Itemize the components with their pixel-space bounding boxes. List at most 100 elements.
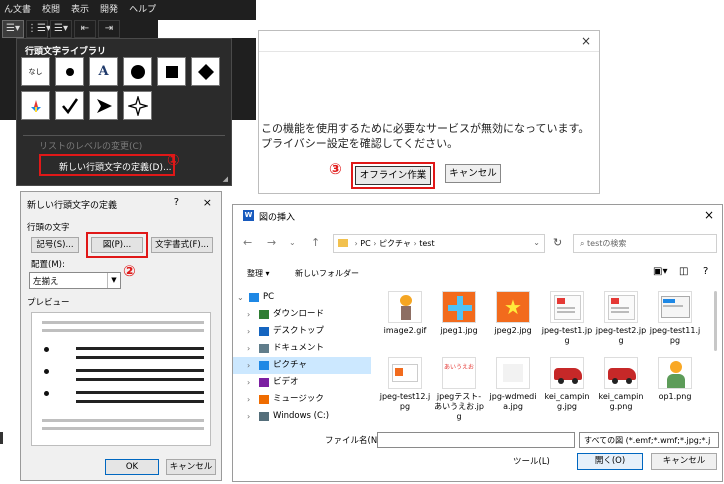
- chevron-right-icon[interactable]: ›: [247, 306, 250, 323]
- file-item[interactable]: あいうえお jpegテスト-あいうえお.jpg: [433, 357, 485, 422]
- work-offline-button[interactable]: オフライン作業: [351, 162, 435, 189]
- file-thumbnail: ★: [496, 291, 530, 323]
- breadcrumb-test[interactable]: test: [419, 239, 434, 248]
- close-icon[interactable]: ×: [704, 208, 714, 222]
- define-new-bullet-button[interactable]: 新しい行頭文字の定義(D)...: [39, 154, 175, 176]
- nav-item[interactable]: › Windows (C:): [233, 408, 371, 425]
- file-item[interactable]: jpeg-test11.jpg: [649, 291, 701, 346]
- style-gallery[interactable]: [158, 20, 256, 38]
- nav-item[interactable]: › ピクチャ: [233, 357, 371, 374]
- checkmark-icon: [61, 97, 78, 114]
- file-item[interactable]: jpeg-test1.jpg: [541, 291, 593, 346]
- tools-button[interactable]: ツール(L): [513, 455, 550, 467]
- refresh-icon[interactable]: ↻: [553, 236, 562, 249]
- pictures-icon: [259, 361, 269, 370]
- chevron-right-icon[interactable]: ›: [247, 357, 250, 374]
- picture-button[interactable]: 図(P)...: [86, 232, 148, 258]
- alignment-select[interactable]: 左揃え ▼: [29, 272, 121, 289]
- preview-pane-icon[interactable]: ◫: [679, 266, 688, 277]
- address-bar[interactable]: › PC › ピクチャ › test ⌄: [333, 234, 545, 253]
- decrease-indent-button[interactable]: ⇤: [74, 20, 96, 38]
- dialog-title: 図の挿入: [259, 213, 296, 223]
- organize-button[interactable]: 整理 ▾: [247, 268, 270, 279]
- chevron-right-icon[interactable]: ›: [247, 374, 250, 391]
- menu-developer[interactable]: 開発: [96, 0, 125, 16]
- nav-item[interactable]: › ダウンロード: [233, 306, 371, 323]
- file-item[interactable]: jpeg-test2.jpg: [595, 291, 647, 346]
- file-item[interactable]: kei_camping.png: [595, 357, 647, 412]
- address-dropdown-icon[interactable]: ⌄: [533, 238, 540, 247]
- view-options-icon[interactable]: ▣▾: [653, 266, 667, 277]
- bullet-arrowhead[interactable]: [89, 91, 118, 120]
- numbering-button[interactable]: ⋮☰▾: [26, 20, 51, 38]
- large-dot-icon: [130, 64, 145, 79]
- bullet-star[interactable]: [123, 91, 152, 120]
- bullet-checkmark[interactable]: [55, 91, 84, 120]
- file-name: jpeg-test11.jpg: [649, 326, 701, 345]
- vertical-scrollbar[interactable]: [713, 291, 718, 423]
- service-cancel-button[interactable]: キャンセル: [445, 164, 501, 183]
- ok-button[interactable]: OK: [105, 459, 159, 475]
- chevron-right-icon[interactable]: ›: [247, 340, 250, 357]
- file-item[interactable]: jpeg1.jpg: [433, 291, 485, 336]
- chevron-right-icon[interactable]: ›: [247, 391, 250, 408]
- bullet-diamond[interactable]: [191, 57, 220, 86]
- bullet-character-label: 行頭の文字: [27, 223, 70, 233]
- file-item[interactable]: ★ jpeg2.jpg: [487, 291, 539, 336]
- menu-document[interactable]: ん文書: [0, 0, 38, 16]
- file-item[interactable]: jpg-wdmedia.jpg: [487, 357, 539, 412]
- bullet-none[interactable]: なし: [21, 57, 50, 86]
- close-icon[interactable]: ×: [581, 34, 591, 48]
- back-arrow-icon[interactable]: ←: [243, 236, 252, 249]
- file-item[interactable]: op1.png: [649, 357, 701, 402]
- close-icon[interactable]: ×: [203, 196, 212, 209]
- open-button[interactable]: 開く(O): [577, 453, 643, 470]
- up-arrow-icon[interactable]: ↑: [311, 236, 320, 249]
- breadcrumb-pictures[interactable]: ピクチャ: [379, 239, 411, 248]
- menu-help[interactable]: ヘルプ: [125, 0, 163, 16]
- increase-indent-button[interactable]: ⇥: [98, 20, 120, 38]
- file-item[interactable]: kei_camping.jpg: [541, 357, 593, 412]
- bullet-small-dot[interactable]: [55, 57, 84, 86]
- chevron-down-icon[interactable]: ⌄: [237, 289, 244, 306]
- filename-input[interactable]: [377, 432, 575, 448]
- help-icon[interactable]: ?: [174, 197, 179, 208]
- cancel-button[interactable]: キャンセル: [166, 459, 216, 475]
- nav-item[interactable]: › ドキュメント: [233, 340, 371, 357]
- cancel-button[interactable]: キャンセル: [651, 453, 717, 470]
- bullet-square[interactable]: [157, 57, 186, 86]
- chevron-right-icon[interactable]: ›: [247, 323, 250, 340]
- bullet-letter-a[interactable]: A: [89, 57, 118, 86]
- new-folder-button[interactable]: 新しいフォルダー: [295, 268, 359, 279]
- search-input[interactable]: ⌕ testの検索: [573, 234, 717, 253]
- bullet-large-dot[interactable]: [123, 57, 152, 86]
- file-type-select[interactable]: すべての図 (*.emf;*.wmf;*.jpg;*.j: [579, 432, 719, 448]
- nav-item[interactable]: › ビデオ: [233, 374, 371, 391]
- nav-item[interactable]: › ミュージック: [233, 391, 371, 408]
- scroll-thumb[interactable]: [714, 291, 717, 351]
- thumbnail-shape: [667, 374, 685, 388]
- chevron-right-icon[interactable]: ›: [247, 408, 250, 425]
- file-type-value: すべての図 (*.emf;*.wmf;*.jpg;*.j: [584, 436, 711, 445]
- symbol-button[interactable]: 記号(S)...: [31, 237, 79, 253]
- nav-item[interactable]: › デスクトップ: [233, 323, 371, 340]
- help-icon[interactable]: ?: [703, 266, 708, 277]
- recent-chevron-icon[interactable]: ⌄: [289, 238, 296, 247]
- file-thumbnail: あいうえお: [442, 357, 476, 389]
- menu-review[interactable]: 校閲: [38, 0, 67, 16]
- nav-item[interactable]: ⌄ PC: [233, 289, 371, 306]
- bullet-picture[interactable]: [21, 91, 50, 120]
- menu-view[interactable]: 表示: [67, 0, 96, 16]
- breadcrumb-pc[interactable]: PC: [360, 239, 370, 248]
- file-thumbnail: [388, 291, 422, 323]
- file-item[interactable]: jpeg-test12.jpg: [379, 357, 431, 412]
- bullets-button[interactable]: ☰▾: [2, 20, 24, 38]
- resize-grip-icon[interactable]: ◢: [223, 175, 228, 183]
- thumbnail-shape: [611, 311, 629, 313]
- service-message-line2: プライバシー設定を確認してください。: [261, 137, 459, 150]
- file-item[interactable]: image2.gif: [379, 291, 431, 336]
- forward-arrow-icon[interactable]: →: [267, 236, 276, 249]
- drive-icon: [259, 412, 269, 421]
- multilevel-list-button[interactable]: ☰▾: [50, 20, 72, 38]
- font-button[interactable]: 文字書式(F)...: [151, 237, 213, 253]
